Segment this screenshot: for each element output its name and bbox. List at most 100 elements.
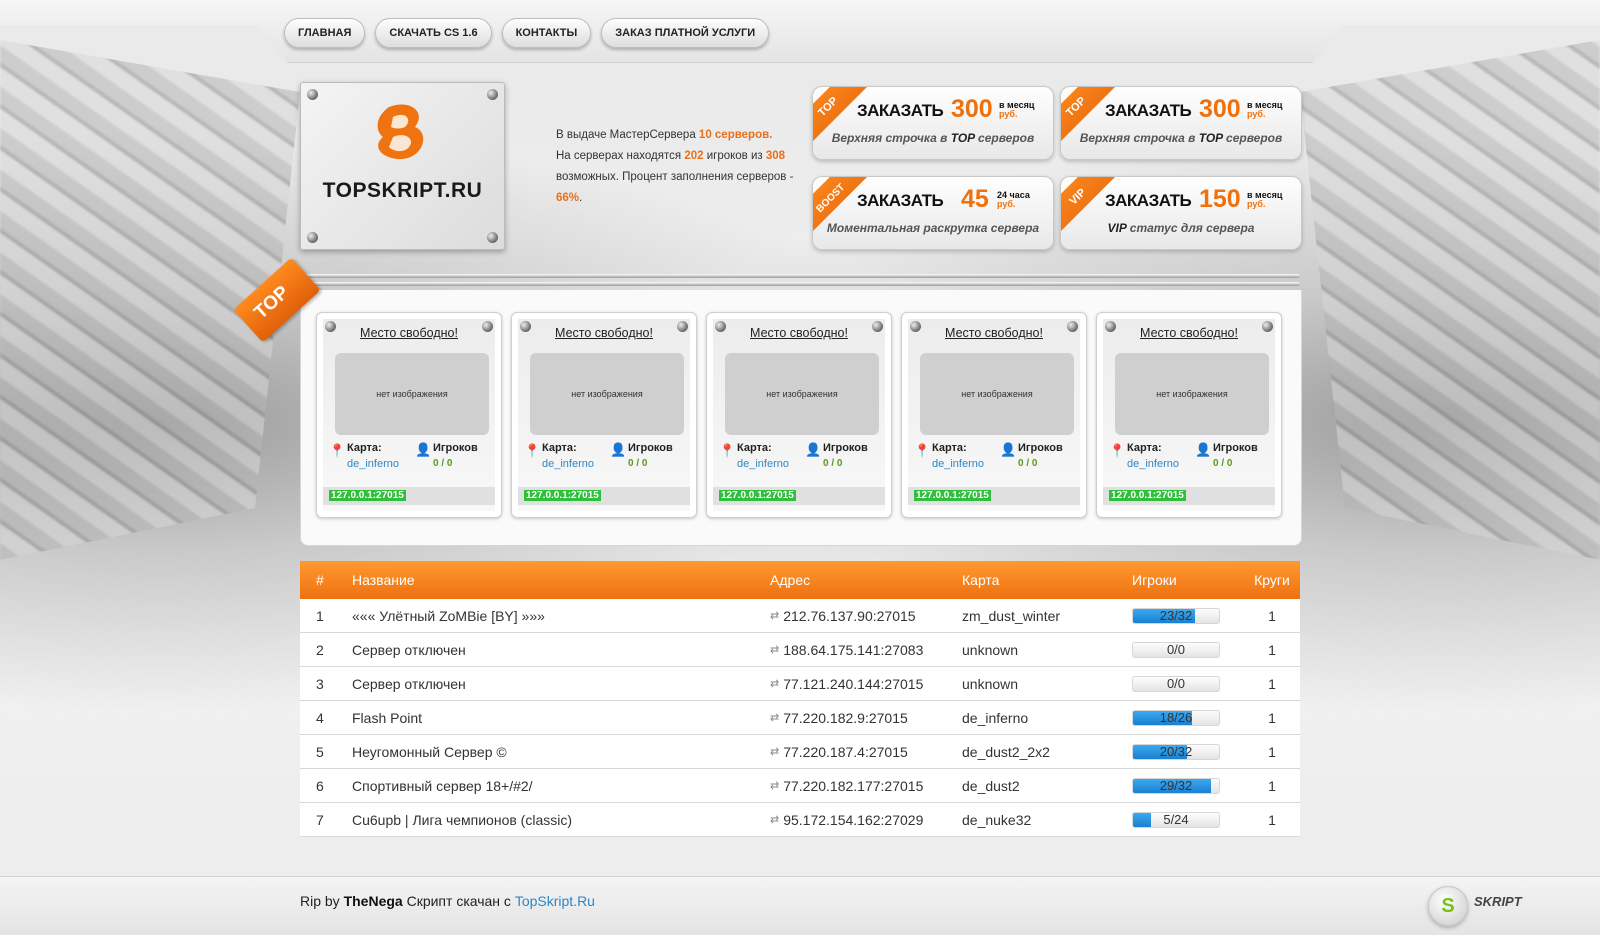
server-laps: 1 [1268,811,1276,828]
server-address[interactable]: 188.64.175.141:27083 [783,642,923,658]
table-row[interactable]: 4 Flash Point ⇄ 77.220.182.9:27015 de_infern… [300,701,1300,735]
connect-arrows-icon[interactable]: ⇄ [770,813,779,826]
logo-text: TOPSKRIPT.RU [322,179,483,202]
server-name[interactable]: Сервер отключен [352,676,770,692]
players-bar: 18/26 [1132,709,1220,726]
table-row[interactable]: 5 Неугомонный Сервер © ⇄ 77.220.187.4:27015… [300,735,1300,769]
table-row[interactable]: 7 Cu6upb | Лига чемпионов (classic) ⇄ 95.17… [300,803,1300,837]
map-pin-icon: 📍 [914,443,931,458]
players-label: Игроков [1213,442,1258,454]
top-slot-card: Место свободно! нет изображения 📍 Карта:… [316,312,502,518]
table-row[interactable]: 6 Спортивный сервер 18+/#2/⇄ 77.220.182.17… [300,769,1300,803]
table-row[interactable]: 1 ««« Улётный ZoMBie [BY] »»» ⇄ 212.76.137.… [300,599,1300,633]
server-name[interactable]: Cu6upb | Лига чемпионов (classic) [352,812,770,828]
server-map: de_dust2_2x2 [962,743,1050,760]
promo-top-2[interactable]: TOP ЗАКАЗАТЬ 300 в месяц руб. Верхняя стр… [1060,86,1302,160]
map-value[interactable]: de_inferno [932,458,984,470]
stats-percent: 66% [556,192,580,204]
server-ip[interactable]: 127.0.0.1:27015 [719,490,796,501]
promo-desc: Моментальная раскрутка сервера [826,221,1040,235]
connect-arrows-icon[interactable]: ⇄ [770,745,779,758]
top-slot-card: Место свободно! нет изображения 📍 Карта:… [901,312,1087,518]
top-slot-card: Место свободно! нет изображения 📍 Карта:… [706,312,892,518]
server-laps: 1 [1268,607,1276,624]
server-address[interactable]: 212.76.137.90:27015 [783,608,915,624]
footer-site-link[interactable]: TopSkript.Ru [515,893,595,909]
nav-order-paid-service[interactable]: ЗАКАЗ ПЛАТНОЙ УСЛУГИ [601,18,770,48]
server-address[interactable]: 95.172.154.162:27029 [783,812,923,828]
promo-desc: Верхняя строчка в TOP серверов [831,131,1035,145]
players-count: 23/32 [1159,607,1193,623]
connect-arrows-icon[interactable]: ⇄ [770,609,779,622]
nav-contacts[interactable]: КОНТАКТЫ [501,18,592,48]
connect-arrows-icon[interactable]: ⇄ [770,711,779,724]
col-players[interactable]: Игроки [1132,572,1244,588]
screw-icon [307,232,318,243]
server-name[interactable]: Flash Point [352,710,770,726]
server-name[interactable]: Неугомонный Сервер © [352,744,770,760]
server-ip[interactable]: 127.0.0.1:27015 [329,490,406,501]
col-address[interactable]: Адрес [770,572,962,588]
connect-arrows-icon[interactable]: ⇄ [770,677,779,690]
server-ip[interactable]: 127.0.0.1:27015 [1109,490,1186,501]
top-slot-card: Место свободно! нет изображения 📍 Карта:… [511,312,697,518]
nav-home[interactable]: ГЛАВНАЯ [284,18,366,48]
players-count: 20/32 [1159,743,1193,759]
server-map: unknown [962,675,1019,692]
promo-period: в месяц руб. [1247,190,1283,209]
server-name[interactable]: Сервер отключен [352,642,770,658]
map-value[interactable]: de_inferno [737,458,789,470]
map-label: Карта: [737,442,772,454]
col-map[interactable]: Карта [962,572,1132,588]
topskript-badge-icon[interactable]: S [1428,886,1468,926]
server-ip[interactable]: 127.0.0.1:27015 [914,490,991,501]
table-row[interactable]: 3 Сервер отключен ⇄ 77.121.240.144:27015 unk… [300,667,1300,701]
slot-free-link[interactable]: Место свободно! [902,326,1086,340]
nav-download-cs[interactable]: СКАЧАТЬ CS 1.6 [375,18,492,48]
server-ip[interactable]: 127.0.0.1:27015 [524,490,601,501]
server-address[interactable]: 77.220.182.177:27015 [783,778,923,794]
slot-free-link[interactable]: Место свободно! [317,326,501,340]
map-label: Карта: [542,442,577,454]
map-label: Карта: [1127,442,1162,454]
server-stats: В выдаче МастерСервера 10 серверов. На с… [556,125,796,209]
stats-max: 308 [765,150,786,162]
server-name[interactable]: Спортивный сервер 18+/#2/ [352,778,770,794]
server-address[interactable]: 77.121.240.144:27015 [783,676,923,692]
promo-top-1[interactable]: TOP ЗАКАЗАТЬ 300 в месяц руб. Верхняя стр… [812,86,1054,160]
col-name[interactable]: Название [352,572,770,588]
players-label: Игроков [1018,442,1063,454]
col-number[interactable]: # [300,572,352,588]
connect-arrows-icon[interactable]: ⇄ [770,779,779,792]
map-value[interactable]: de_inferno [347,458,399,470]
server-laps: 1 [1268,675,1276,692]
server-laps: 1 [1268,641,1276,658]
players-value: 0 / 0 [1018,458,1038,469]
table-row[interactable]: 2 Сервер отключен ⇄ 188.64.175.141:27083 unk… [300,633,1300,667]
server-map: de_dust2 [962,777,1020,794]
server-name[interactable]: ««« Улётный ZoMBie [BY] »»» [352,608,770,624]
map-value[interactable]: de_inferno [542,458,594,470]
server-image-placeholder: нет изображения [530,353,684,435]
promo-boost[interactable]: BOOST ЗАКАЗАТЬ 45 24 часа руб. Моментальн… [812,176,1054,250]
col-laps[interactable]: Круги [1244,572,1300,588]
top-slot-card: Место свободно! нет изображения 📍 Карта:… [1096,312,1282,518]
stats-players: 202 [684,150,704,162]
server-image-placeholder: нет изображения [335,353,489,435]
map-value[interactable]: de_inferno [1127,458,1179,470]
slot-free-link[interactable]: Место свободно! [707,326,891,340]
row-number: 1 [316,607,324,624]
players-count: 29/32 [1159,777,1193,793]
stats-text: игроков из [703,150,763,162]
server-address[interactable]: 77.220.182.9:27015 [783,710,908,726]
server-address[interactable]: 77.220.187.4:27015 [783,744,908,760]
slot-free-link[interactable]: Место свободно! [512,326,696,340]
slot-free-link[interactable]: Место свободно! [1097,326,1281,340]
promo-vip[interactable]: VIP ЗАКАЗАТЬ 150 в месяц руб. VIP статус … [1060,176,1302,250]
site-logo[interactable]: TOPSKRIPT.RU [300,82,505,250]
map-pin-icon: 📍 [719,443,736,458]
connect-arrows-icon[interactable]: ⇄ [770,643,779,656]
promo-period: 24 часа руб. [997,190,1030,209]
players-bar: 20/32 [1132,743,1220,760]
background-art-right [1300,40,1600,560]
